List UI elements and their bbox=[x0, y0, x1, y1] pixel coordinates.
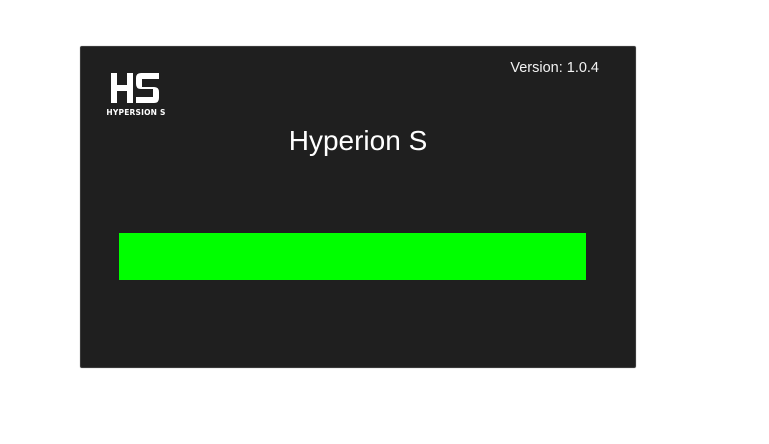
loading-progress-fill bbox=[119, 233, 586, 280]
app-title: Hyperion S bbox=[288, 125, 428, 156]
version-value: 1.0.4 bbox=[566, 60, 599, 76]
hs-logo-icon bbox=[111, 73, 159, 103]
splash-window: HYPERSION S Version: 1.0.4 Hyperion S bbox=[80, 46, 636, 368]
version-info: Version: 1.0.4 bbox=[510, 60, 599, 76]
logo-caption: HYPERSION S bbox=[106, 108, 166, 117]
loading-progress-bar bbox=[119, 233, 586, 280]
app-logo: HYPERSION S bbox=[105, 71, 167, 117]
version-label: Version: bbox=[510, 60, 563, 76]
